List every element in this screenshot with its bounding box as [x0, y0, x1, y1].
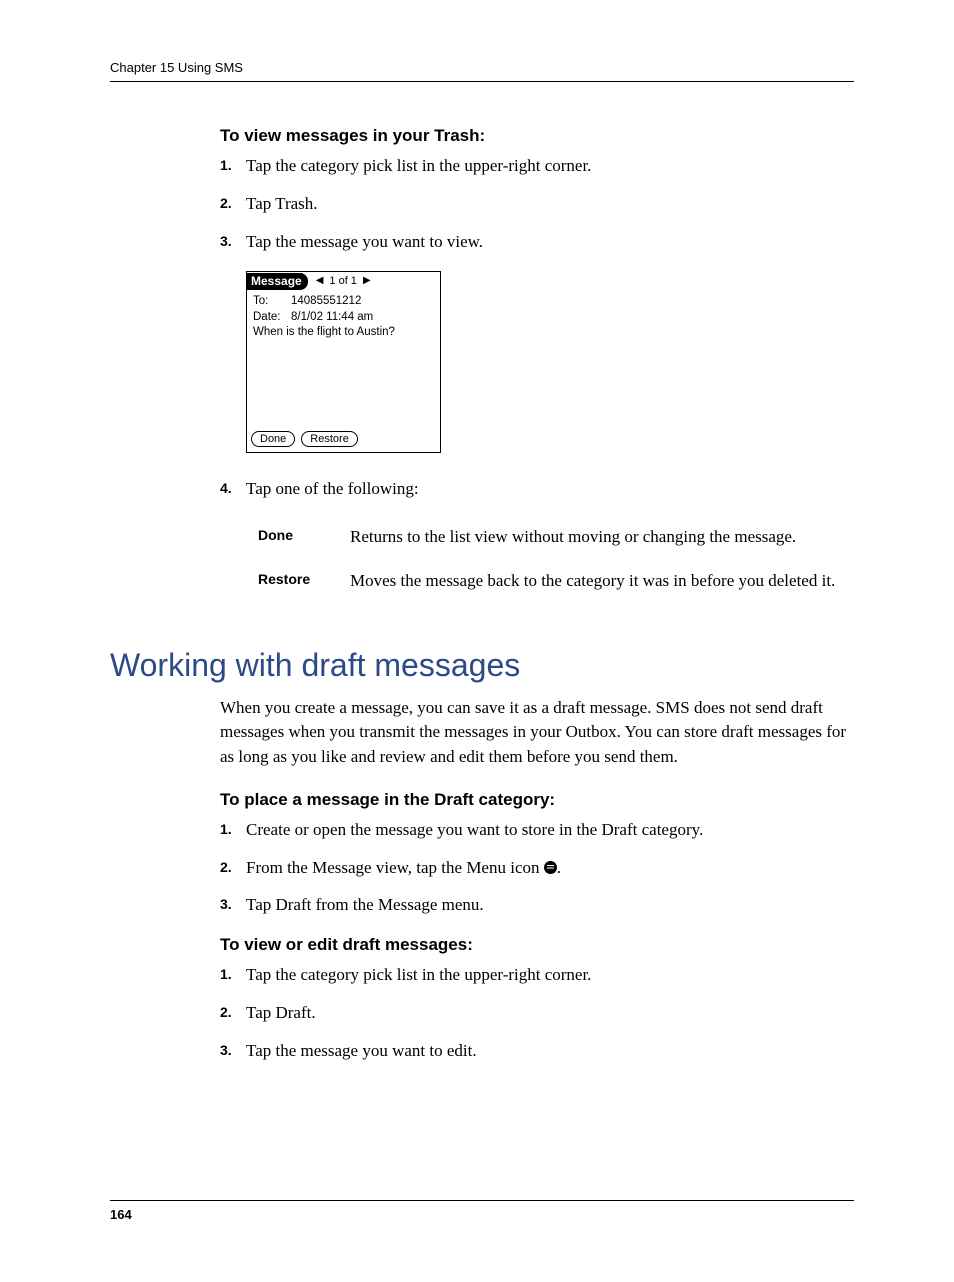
running-header: Chapter 15 Using SMS — [110, 60, 854, 81]
section-title: Working with draft messages — [110, 647, 854, 684]
page-number: 164 — [110, 1201, 854, 1222]
date-label: Date: — [253, 310, 285, 326]
step-number: 2. — [220, 856, 246, 880]
trash-heading: To view messages in your Trash: — [220, 126, 854, 146]
step-number: 1. — [220, 154, 246, 178]
step-text: Tap Draft. — [246, 1001, 854, 1025]
palm-body: To: 14085551212 Date: 8/1/02 11:44 am When… — [247, 290, 440, 428]
desc-done: Returns to the list view without moving … — [350, 519, 835, 563]
table-row: Done Returns to the list view without mo… — [258, 519, 835, 563]
step-text: From the Message view, tap the Menu icon… — [246, 856, 854, 880]
step-number: 3. — [220, 230, 246, 254]
step-number: 1. — [220, 963, 246, 987]
date-value: 8/1/02 11:44 am — [291, 310, 373, 326]
step-text: Tap the category pick list in the upper-… — [246, 963, 854, 987]
prev-arrow-icon[interactable]: ◀ — [316, 276, 324, 286]
palm-counter: 1 of 1 — [329, 275, 357, 287]
step-number: 3. — [220, 893, 246, 917]
trash-steps: 1.Tap the category pick list in the uppe… — [220, 154, 854, 253]
step-number: 2. — [220, 192, 246, 216]
palm-screenshot: Message ◀ 1 of 1 ▶ To: 14085551212 Date: 8… — [246, 271, 441, 453]
drafts-view-steps: 1.Tap the category pick list in the uppe… — [220, 963, 854, 1062]
palm-titlebar: Message ◀ 1 of 1 ▶ — [247, 272, 440, 290]
palm-title: Message — [247, 273, 308, 290]
step-text: Tap the message you want to view. — [246, 230, 854, 254]
step-text: Tap one of the following: — [246, 477, 854, 501]
menu-icon — [544, 861, 557, 874]
term-restore: Restore — [258, 563, 350, 607]
step-text: Tap the message you want to edit. — [246, 1039, 854, 1063]
step-text: Create or open the message you want to s… — [246, 818, 854, 842]
step-number: 4. — [220, 477, 246, 501]
term-done: Done — [258, 519, 350, 563]
drafts-place-steps: 1.Create or open the message you want to… — [220, 818, 854, 917]
to-value: 14085551212 — [291, 294, 361, 310]
drafts-place-heading: To place a message in the Draft category… — [220, 790, 854, 810]
drafts-view-heading: To view or edit draft messages: — [220, 935, 854, 955]
next-arrow-icon[interactable]: ▶ — [363, 276, 371, 286]
definition-table: Done Returns to the list view without mo… — [258, 519, 835, 607]
table-row: Restore Moves the message back to the ca… — [258, 563, 835, 607]
step-number: 1. — [220, 818, 246, 842]
drafts-intro: When you create a message, you can save … — [220, 696, 854, 770]
restore-button[interactable]: Restore — [301, 431, 358, 447]
step-number: 3. — [220, 1039, 246, 1063]
trash-step4: 4.Tap one of the following: — [220, 477, 854, 501]
message-body: When is the flight to Austin? — [253, 325, 434, 341]
desc-restore: Moves the message back to the category i… — [350, 563, 835, 607]
step-text: Tap Draft from the Message menu. — [246, 893, 854, 917]
to-label: To: — [253, 294, 285, 310]
step-text: Tap the category pick list in the upper-… — [246, 154, 854, 178]
done-button[interactable]: Done — [251, 431, 295, 447]
step-text: Tap Trash. — [246, 192, 854, 216]
step-number: 2. — [220, 1001, 246, 1025]
